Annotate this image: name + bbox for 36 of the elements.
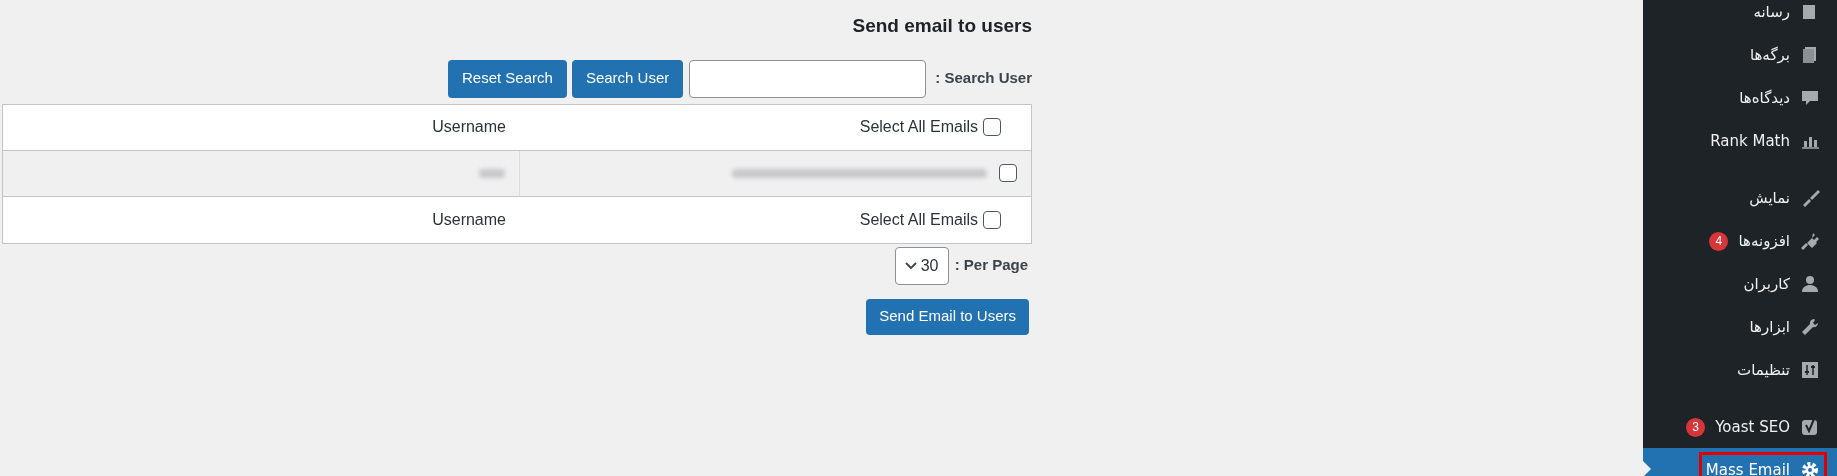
checkbox[interactable] <box>983 210 1001 229</box>
sidebar-item[interactable]: Rank Math <box>1703 123 1827 159</box>
speech-bubble-icon <box>1800 88 1820 108</box>
checkbox[interactable] <box>999 164 1017 182</box>
sidebar-item[interactable]: رسانه <box>1746 0 1827 30</box>
wrench-icon <box>1800 317 1820 337</box>
sidebar-item[interactable]: 3 Yoast SEO <box>1679 409 1827 445</box>
sidebar-item[interactable]: Mass Email <box>1698 452 1827 476</box>
blurred-text <box>479 168 505 178</box>
reset-button[interactable]: Reset Search <box>448 59 567 98</box>
search-label: : Search User <box>935 68 1032 89</box>
chevron-down-icon <box>904 261 917 270</box>
send-email-button[interactable]: Send Email to Users <box>866 298 1029 335</box>
sidebar-item[interactable]: نمایش <box>1742 180 1827 216</box>
sidebar-item[interactable]: تنظیمات <box>1730 352 1827 388</box>
search-button[interactable]: Search User <box>571 59 684 98</box>
sidebar-item[interactable]: دیدگاه‌ها <box>1732 80 1827 116</box>
current-item-arrow-icon <box>1643 461 1651 476</box>
yoast-logo-icon <box>1800 417 1820 437</box>
column-header: Select All Emails <box>859 209 978 230</box>
plug-icon <box>1800 231 1820 251</box>
search-field[interactable] <box>689 59 927 98</box>
count-badge: 4 <box>1709 231 1729 251</box>
per-page-label: : Per Page <box>954 255 1028 276</box>
page-title: Send email to users <box>852 14 1032 38</box>
sidebar-item[interactable]: کاربران <box>1736 266 1827 302</box>
sidebar-item[interactable]: برگه‌ها <box>1742 37 1827 73</box>
column-header: Username <box>432 209 506 230</box>
column-header: Select All Emails <box>859 117 978 137</box>
sidebar-item[interactable]: ابزارها <box>1742 309 1827 345</box>
sliders-icon <box>1800 360 1820 380</box>
count-badge: 3 <box>1686 417 1706 437</box>
checkbox[interactable] <box>983 118 1001 136</box>
per-page-select[interactable]: 30 <box>894 246 949 285</box>
column-header: Username <box>432 117 506 137</box>
user-icon <box>1800 274 1820 294</box>
